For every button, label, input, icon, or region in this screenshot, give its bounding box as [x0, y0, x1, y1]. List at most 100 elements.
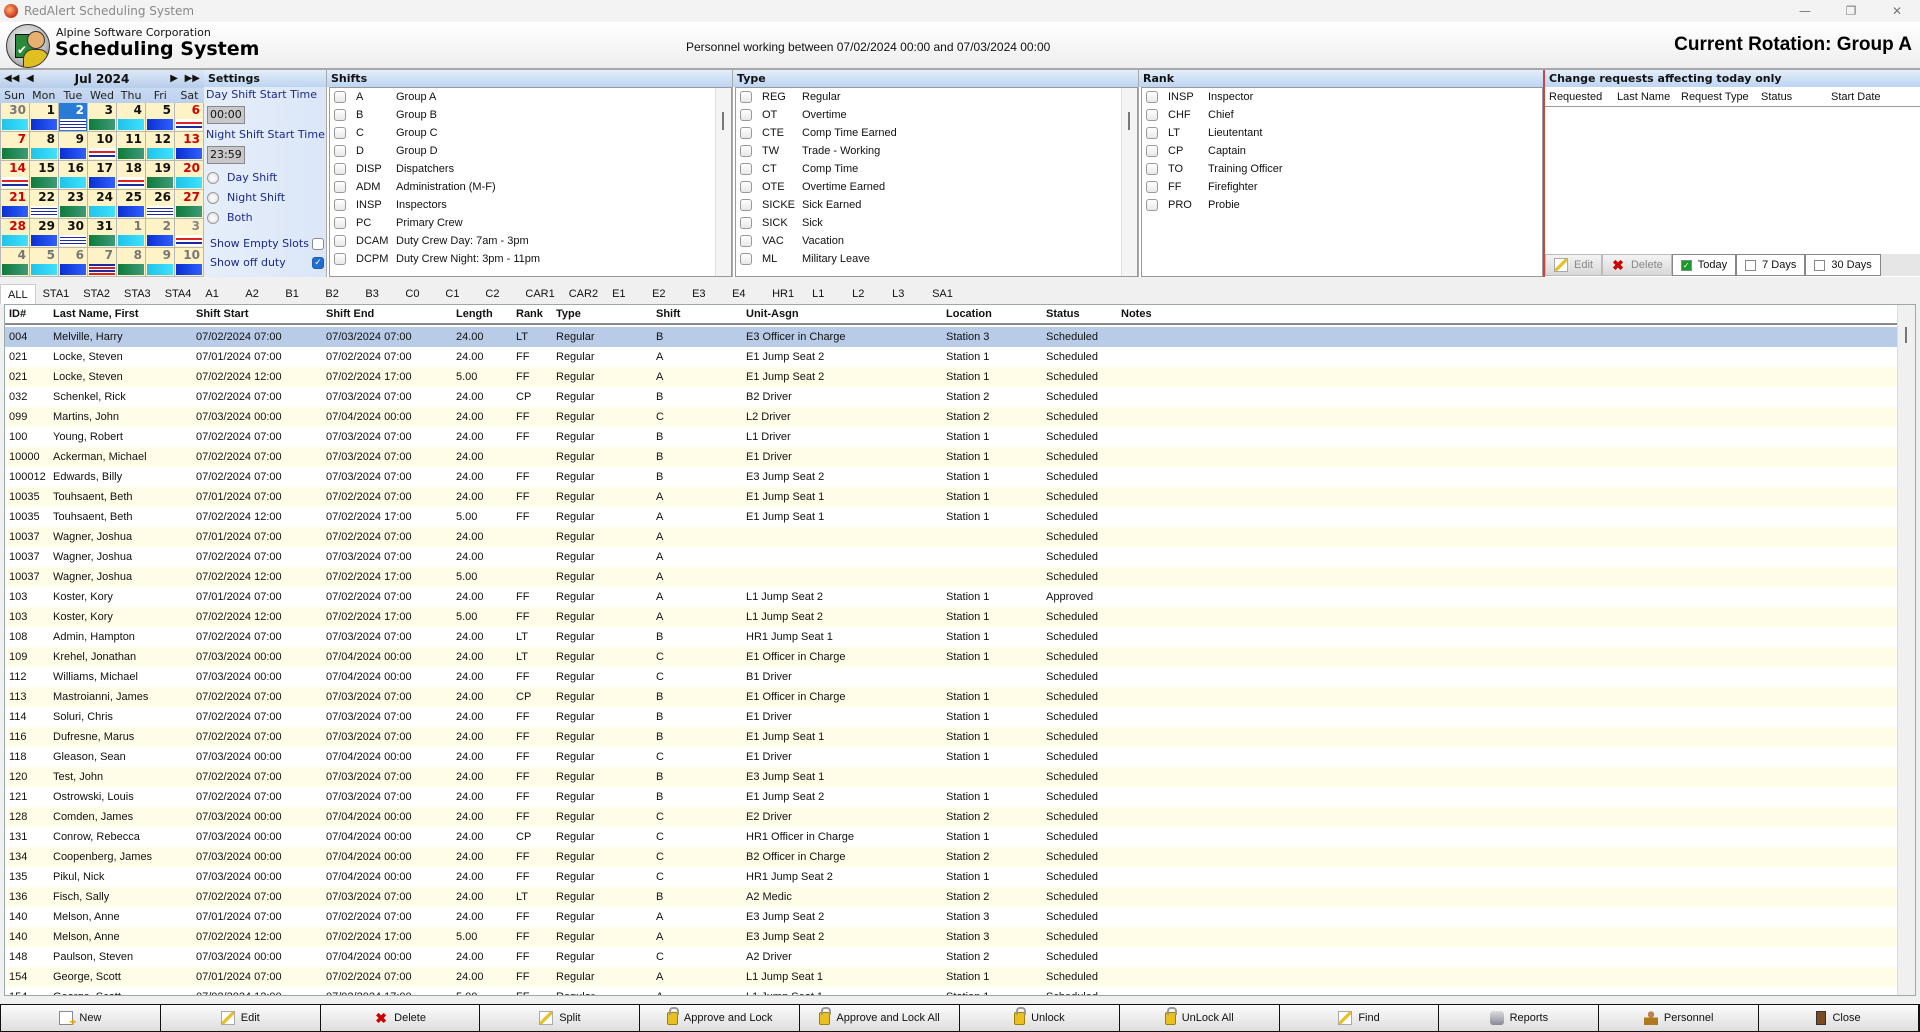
show-off-duty-checkbox[interactable]: ✓: [312, 256, 324, 269]
column-header-unit-asgn[interactable]: Unit-Asgn: [742, 308, 942, 320]
shift-checkbox[interactable]: [334, 127, 346, 139]
tab-a2[interactable]: A2: [238, 284, 278, 304]
column-header-last-name-first[interactable]: Last Name, First: [49, 308, 192, 320]
table-row[interactable]: 099 Martins, John 07/03/2024 00:00 07/04/20…: [5, 407, 1897, 427]
shift-checkbox[interactable]: [334, 109, 346, 121]
col-requested[interactable]: Requested: [1545, 91, 1613, 103]
type-checkbox[interactable]: [740, 109, 752, 121]
calendar-day[interactable]: 8: [117, 248, 145, 276]
calendar-day[interactable]: 5: [30, 248, 58, 276]
calendar-day[interactable]: 4: [1, 248, 29, 276]
column-header-shift-start[interactable]: Shift Start: [192, 308, 322, 320]
calendar-day[interactable]: 23: [59, 190, 87, 218]
column-header-shift[interactable]: Shift: [652, 308, 742, 320]
table-row[interactable]: 103 Koster, Kory 07/02/2024 12:00 07/02/202…: [5, 607, 1897, 627]
scroll-thumb[interactable]: [1905, 327, 1907, 343]
radio-day-shift[interactable]: Day Shift: [207, 171, 277, 184]
unlock-all-button[interactable]: UnLock All: [1119, 1005, 1279, 1031]
rank-checkbox[interactable]: [1146, 199, 1158, 211]
calendar-day[interactable]: 14: [1, 161, 29, 189]
approve-lock-all-button[interactable]: Approve and Lock All: [800, 1005, 959, 1031]
close-window-button[interactable]: ✕: [1874, 0, 1920, 22]
find-button[interactable]: Find: [1279, 1005, 1439, 1031]
table-row[interactable]: 112 Williams, Michael 07/03/2024 00:00 07/0…: [5, 667, 1897, 687]
tab-all[interactable]: ALL: [0, 284, 36, 304]
shift-checkbox[interactable]: [334, 253, 346, 265]
column-header-type[interactable]: Type: [552, 308, 652, 320]
scroll-thumb[interactable]: [1128, 112, 1130, 130]
table-row[interactable]: 10035 Touhsaent, Beth 07/01/2024 07:00 07/0…: [5, 487, 1897, 507]
unlock-button[interactable]: Unlock: [959, 1005, 1119, 1031]
tab-e4[interactable]: E4: [725, 284, 765, 304]
tab-sta3[interactable]: STA3: [117, 284, 158, 304]
shift-checkbox[interactable]: [334, 199, 346, 211]
type-checkbox[interactable]: [740, 145, 752, 157]
table-row[interactable]: 121 Ostrowski, Louis 07/02/2024 07:00 07/03…: [5, 787, 1897, 807]
tab-c2[interactable]: C2: [478, 284, 518, 304]
calendar-day[interactable]: 29: [30, 219, 58, 247]
table-row[interactable]: 148 Paulson, Steven 07/03/2024 00:00 07/04/…: [5, 947, 1897, 967]
calendar-day[interactable]: 27: [175, 190, 203, 218]
calendar-day[interactable]: 13: [175, 132, 203, 160]
tab-a1[interactable]: A1: [198, 284, 238, 304]
calendar-day[interactable]: 1: [30, 103, 58, 131]
scroll-thumb[interactable]: [722, 112, 724, 130]
type-checkbox[interactable]: [740, 217, 752, 229]
rank-checkbox[interactable]: [1146, 109, 1158, 121]
type-checkbox[interactable]: [740, 181, 752, 193]
delete-button[interactable]: ✖ Delete: [320, 1005, 480, 1031]
table-row[interactable]: 032 Schenkel, Rick 07/02/2024 07:00 07/03/2…: [5, 387, 1897, 407]
table-row[interactable]: 10037 Wagner, Joshua 07/02/2024 07:00 07/03…: [5, 547, 1897, 567]
next-month-icon[interactable]: ▶: [170, 70, 178, 88]
shifts-scrollbar[interactable]: [715, 88, 731, 276]
calendar-day[interactable]: 12: [146, 132, 174, 160]
tab-e2[interactable]: E2: [645, 284, 685, 304]
table-row[interactable]: 109 Krehel, Jonathan 07/03/2024 00:00 07/04…: [5, 647, 1897, 667]
tab-l1[interactable]: L1: [805, 284, 845, 304]
prev-month-icon[interactable]: ◀: [26, 70, 34, 88]
calendar-day[interactable]: 30: [59, 219, 87, 247]
shift-checkbox[interactable]: [334, 91, 346, 103]
calendar-day[interactable]: 9: [146, 248, 174, 276]
table-row[interactable]: 140 Melson, Anne 07/02/2024 12:00 07/02/202…: [5, 927, 1897, 947]
table-row[interactable]: 100012 Edwards, Billy 07/02/2024 07:00 07/0…: [5, 467, 1897, 487]
table-row[interactable]: 120 Test, John 07/02/2024 07:00 07/03/2024 …: [5, 767, 1897, 787]
table-row[interactable]: 154George, Scott07/02/2024 12:0007/02/20…: [5, 987, 1897, 995]
reports-button[interactable]: Reports: [1439, 1005, 1599, 1031]
calendar-day[interactable]: 7: [1, 132, 29, 160]
table-row[interactable]: 103 Koster, Kory 07/01/2024 07:00 07/02/202…: [5, 587, 1897, 607]
filter-today-toggle[interactable]: ✓ Today: [1671, 254, 1737, 276]
rank-checkbox[interactable]: [1146, 163, 1158, 175]
table-row[interactable]: 113 Mastroianni, James 07/02/2024 07:00 07/…: [5, 687, 1897, 707]
table-row[interactable]: 134 Coopenberg, James 07/03/2024 00:00 07/0…: [5, 847, 1897, 867]
day-shift-start-input[interactable]: 00:00: [207, 106, 245, 124]
type-checkbox[interactable]: [740, 253, 752, 265]
table-row[interactable]: 10037 Wagner, Joshua 07/01/2024 07:00 07/02…: [5, 527, 1897, 547]
close-button[interactable]: Close: [1759, 1005, 1918, 1031]
personnel-button[interactable]: Personnel: [1599, 1005, 1759, 1031]
radio-night-shift[interactable]: Night Shift: [207, 191, 285, 204]
column-header-status[interactable]: Status: [1042, 308, 1117, 320]
type-scrollbar[interactable]: [1121, 88, 1137, 276]
table-row[interactable]: 10000 Ackerman, Michael 07/02/2024 07:00 07…: [5, 447, 1897, 467]
tab-b3[interactable]: B3: [358, 284, 398, 304]
show-empty-slots-checkbox[interactable]: [312, 237, 324, 250]
calendar-day[interactable]: 17: [88, 161, 116, 189]
calendar-day[interactable]: 10: [175, 248, 203, 276]
change-edit-button[interactable]: Edit: [1545, 254, 1602, 276]
restore-button[interactable]: ❐: [1828, 0, 1874, 22]
table-row[interactable]: 135 Pikul, Nick 07/03/2024 00:00 07/04/2024…: [5, 867, 1897, 887]
col-start-date[interactable]: Start Date: [1827, 91, 1907, 103]
table-row[interactable]: 131 Conrow, Rebecca 07/03/2024 00:00 07/04/…: [5, 827, 1897, 847]
table-row[interactable]: 108 Admin, Hampton 07/02/2024 07:00 07/03/2…: [5, 627, 1897, 647]
rank-checkbox[interactable]: [1146, 127, 1158, 139]
radio-both[interactable]: Both: [207, 211, 253, 224]
next-year-icon[interactable]: ▶▶: [185, 70, 200, 88]
calendar-day[interactable]: 10: [88, 132, 116, 160]
calendar-day[interactable]: 24: [88, 190, 116, 218]
calendar-day[interactable]: 4: [117, 103, 145, 131]
calendar-day[interactable]: 22: [30, 190, 58, 218]
tab-l3[interactable]: L3: [885, 284, 925, 304]
calendar-day[interactable]: 25: [117, 190, 145, 218]
calendar-day[interactable]: 6: [59, 248, 87, 276]
